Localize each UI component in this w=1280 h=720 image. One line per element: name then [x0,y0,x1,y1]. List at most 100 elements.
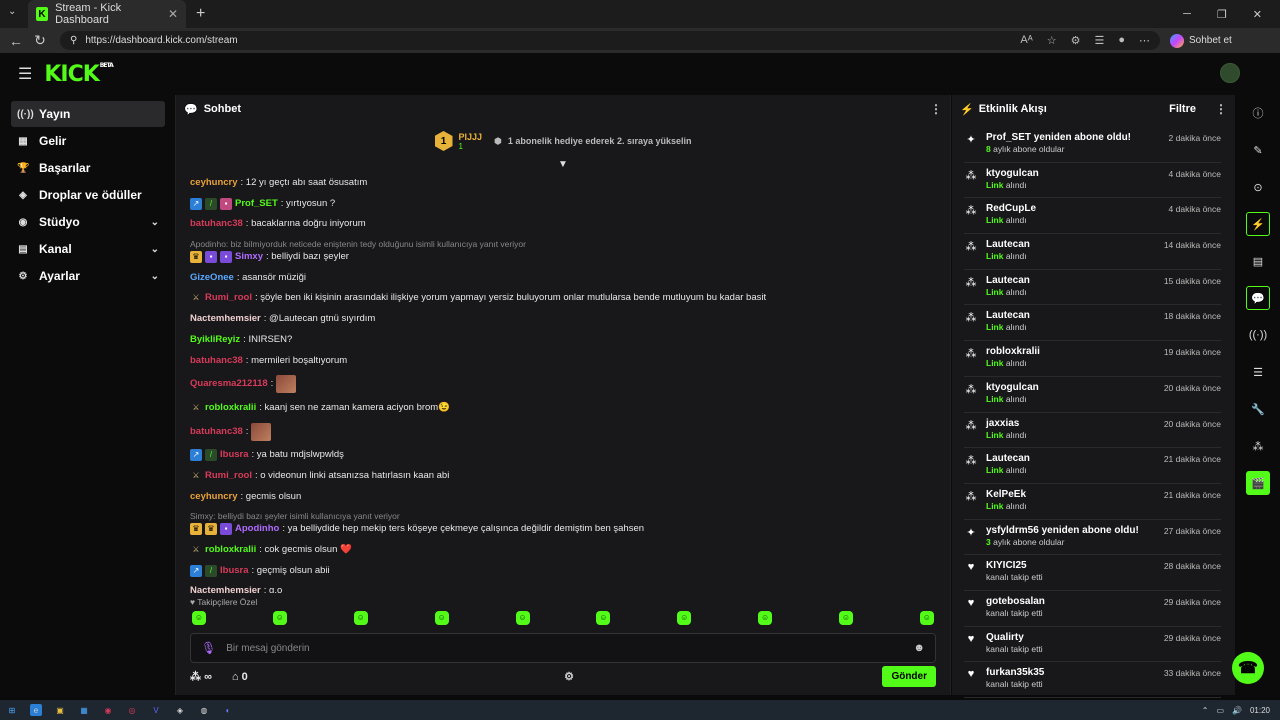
steam-icon[interactable]: ◈ [174,704,186,716]
activity-item[interactable]: ⁂ ktyogulcan Link alındı 4 dakika önce [964,163,1221,199]
chat-username[interactable]: Quaresma212118 [190,378,268,390]
chat-input[interactable]: 🎙 Bir mesaj gönderin ☻ [190,633,936,663]
chat-username[interactable]: GizeOnee [190,272,234,284]
chat-username[interactable]: Rumi_rool [205,292,252,304]
emote-icon[interactable]: ☺ [353,611,368,625]
activity-item[interactable]: ⁂ KelPeEk Link alındı 21 dakika önce [964,484,1221,520]
users-icon[interactable]: ⁂ [1246,434,1270,458]
close-window-icon[interactable]: ✕ [1253,8,1262,21]
activity-item[interactable]: ⁂ jaxxias Link alındı 20 dakika önce [964,413,1221,449]
user-badge-icon[interactable]: / [205,449,217,462]
reload-icon[interactable]: ↻ [28,32,52,49]
emote-icon[interactable]: ☺ [272,611,287,625]
sidebar-item-3[interactable]: ◈ Droplar ve ödüller [11,182,165,208]
chat-username[interactable]: Rumi_rool [205,470,252,482]
broadcast-icon[interactable]: ((·)) [1246,323,1270,347]
chat-settings-icon[interactable]: ⚙ [564,670,574,683]
user-avatar[interactable] [1220,63,1240,83]
discord-icon[interactable]: ◐ [222,704,234,716]
chat-username[interactable]: batuhanc38 [190,218,243,230]
sidebar-item-5[interactable]: ▤ Kanal ⌄ [11,236,165,262]
activity-item[interactable]: ⁂ Lautecan Link alındı 21 dakika önce [964,448,1221,484]
user-badge-icon[interactable]: / [205,564,217,577]
user-badge-icon[interactable]: ▪ [220,523,232,536]
chat-username[interactable]: Ibusra [220,449,249,461]
chevron-down-icon[interactable]: ⌄ [151,244,159,255]
tab-list-icon[interactable]: ⌄ [8,6,16,17]
obs-icon[interactable]: ◍ [198,704,210,716]
emote-icon[interactable]: ☺ [758,611,773,625]
chat-toggle-icon[interactable]: 💬 [1246,286,1270,310]
emote-icon[interactable]: ☺ [515,611,530,625]
read-aloud-icon[interactable]: Aᴬ [1020,34,1032,47]
user-badge-icon[interactable]: ⚔ [190,470,202,482]
edge-icon[interactable]: e [30,704,42,716]
copilot-button[interactable]: Sohbet et [1170,33,1232,48]
activity-toggle-icon[interactable]: ⚡ [1246,212,1270,236]
url-field[interactable]: ⚲ https://dashboard.kick.com/stream Aᴬ ☆… [60,31,1160,50]
user-badge-icon[interactable]: ♛ [205,523,217,536]
info-icon[interactable]: ⓘ [1246,101,1270,125]
notes-icon[interactable]: ▤ [1246,249,1270,273]
user-badge-icon[interactable]: ↗ [190,197,202,210]
support-chat-icon[interactable]: ☎ [1232,652,1264,684]
store-icon[interactable]: ▦ [78,704,90,716]
emote-icon[interactable]: ☺ [434,611,449,625]
chat-username[interactable]: Ibusra [220,565,249,577]
sidebar-item-0[interactable]: ((·)) Yayın [11,101,165,127]
chevron-down-icon[interactable]: ⌄ [151,271,159,282]
activity-item[interactable]: ✦ Prof_SET yeniden abone oldu! 8 aylık abo… [964,127,1221,163]
activity-item[interactable]: ⁂ Lautecan Link alındı 18 dakika önce [964,305,1221,342]
emote-icon[interactable]: ☺ [839,611,853,625]
emote-icon[interactable]: ☺ [192,611,206,625]
microphone-icon[interactable]: 🎙 [201,641,216,655]
profile-icon[interactable]: ● [1118,34,1125,47]
activity-item[interactable]: ⁂ ktyogulcan Link alındı 20 dakika önce [964,377,1221,413]
vpn-icon[interactable]: V [150,704,162,716]
activity-item[interactable]: ♥ furkan35k35 kanalı takip etti 33 dakika ö… [964,662,1221,698]
clapper-icon[interactable]: 🎬 [1246,471,1270,495]
stream-info-icon[interactable]: ☰ [1246,360,1270,384]
chat-username[interactable]: Simxy [235,251,263,263]
chat-username[interactable]: ceyhuncry [190,491,238,503]
chat-username[interactable]: ceyhuncry [190,177,238,189]
sidebar-item-2[interactable]: 🏆 Başarılar [11,155,165,181]
favorite-star-icon[interactable]: ☆ [1047,34,1057,47]
chat-username[interactable]: robloxkralii [205,544,256,556]
sidebar-item-1[interactable]: ▦ Gelir [11,128,165,154]
kick-logo[interactable]: KICKBETA [44,62,113,87]
windows-start-icon[interactable]: ⊞ [6,704,18,716]
edit-icon[interactable]: ✎ [1246,138,1270,162]
user-badge-icon[interactable]: ⚔ [190,292,202,304]
activity-item[interactable]: ♥ Qualirty kanalı takip etti 29 dakika önce [964,627,1221,663]
emote-icon[interactable]: ☺ [919,611,934,625]
chevron-down-icon[interactable]: ⌄ [151,217,159,228]
clock[interactable]: 01:20 [1250,706,1270,715]
activity-item[interactable]: ✦ ysfyldrm56 yeniden abone oldu! 3 aylık a… [964,520,1221,556]
emote-icon[interactable]: ☺ [596,611,611,625]
user-badge-icon[interactable]: / [205,197,217,210]
activity-item[interactable]: ♥ gotebosalan kanalı takip etti 29 dakika ö… [964,591,1221,627]
activity-item[interactable]: ⁂ Lautecan Link alındı 14 dakika önce [964,234,1221,270]
user-badge-icon[interactable]: ▪ [220,197,232,210]
user-badge-icon[interactable]: ⚔ [190,402,202,414]
activity-item[interactable]: ⁂ Lautecan Link alındı 15 dakika önce [964,270,1221,306]
new-tab-icon[interactable]: + [196,5,205,23]
user-badge-icon[interactable]: ▪ [205,251,217,264]
emote-icon[interactable]: ☺ [677,611,692,625]
app-icon[interactable]: ◉ [102,704,114,716]
chat-username[interactable]: batuhanc38 [190,426,243,438]
chat-username[interactable]: Apodinho [235,523,279,535]
chat-options-icon[interactable]: ⋮ [930,102,942,116]
back-icon[interactable]: ← [4,33,28,49]
chat-username[interactable]: ByikliReyiz [190,334,240,346]
activity-item[interactable]: ♥ KIYICI25 kanalı takip etti 28 dakika önce [964,555,1221,591]
site-info-icon[interactable]: ⚲ [70,35,77,46]
capture-icon[interactable]: ⊙ [1246,175,1270,199]
network-icon[interactable]: ▭ [1216,706,1224,715]
user-badge-icon[interactable]: ↗ [190,564,202,577]
filter-button[interactable]: Filtre [1169,103,1196,115]
activity-options-icon[interactable]: ⋮ [1215,102,1227,116]
extensions-icon[interactable]: ⚙ [1071,34,1081,47]
close-tab-icon[interactable]: ✕ [168,7,178,21]
